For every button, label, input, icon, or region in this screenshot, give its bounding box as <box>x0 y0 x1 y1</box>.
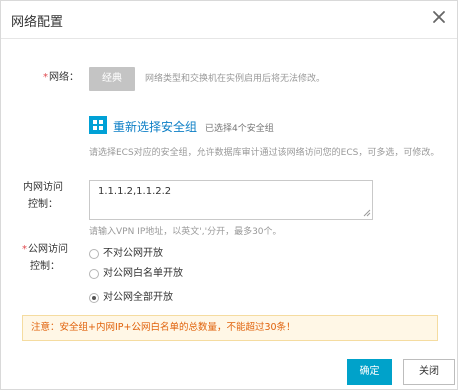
network-label-text: 网络： <box>49 72 79 83</box>
close-icon[interactable] <box>431 9 447 25</box>
radio-label: 不对公网开放 <box>103 248 163 259</box>
reselect-security-group-link[interactable]: 重新选择安全组 <box>113 118 197 135</box>
security-group-hint: 请选择ECS对应的安全组，允许数据库审计通过该网络访问您的ECS，可多选，可修改… <box>89 148 440 158</box>
radio-icon[interactable] <box>89 249 99 259</box>
selected-count: 已选择4个安全组 <box>205 124 274 134</box>
public-label-line2: 控制： <box>30 261 60 272</box>
title-divider <box>1 38 457 39</box>
network-hint: 网络类型和交换机在实例启用后将无法修改。 <box>145 74 326 84</box>
radio-icon-selected[interactable] <box>89 293 99 303</box>
intranet-label: 内网访问 控制： <box>17 181 69 212</box>
required-mark: * <box>43 72 48 83</box>
required-mark: * <box>22 244 27 255</box>
radio-label: 对公网全部开放 <box>103 292 173 303</box>
intranet-ip-textarea[interactable]: 1.1.1.2,1.1.2.2 <box>89 180 373 220</box>
public-label: *公网访问 控制： <box>17 243 73 274</box>
resize-grip-icon[interactable] <box>363 209 371 217</box>
radio-label: 对公网白名单开放 <box>103 268 183 279</box>
notice-banner: 注意：安全组+内网IP+公网白名单的总数量，不能超过30条！ <box>22 315 438 341</box>
dialog-title: 网络配置 <box>11 15 64 30</box>
network-label: *网络： <box>29 71 79 85</box>
intranet-hint: 请输入VPN IP地址，以英文','分开，最多30个。 <box>89 227 282 237</box>
intranet-label-line1: 内网访问 <box>23 182 63 193</box>
radio-icon[interactable] <box>89 269 99 279</box>
network-config-dialog: 网络配置 *网络： 经典 网络类型和交换机在实例启用后将无法修改。 重新选择安全… <box>0 0 458 390</box>
public-label-line1: 公网访问 <box>28 244 68 255</box>
confirm-button[interactable]: 确定 <box>347 359 392 385</box>
network-type-button[interactable]: 经典 <box>89 67 135 91</box>
grid-icon[interactable] <box>89 116 107 134</box>
close-button[interactable]: 关闭 <box>403 359 455 385</box>
intranet-label-line2: 控制： <box>28 199 58 210</box>
